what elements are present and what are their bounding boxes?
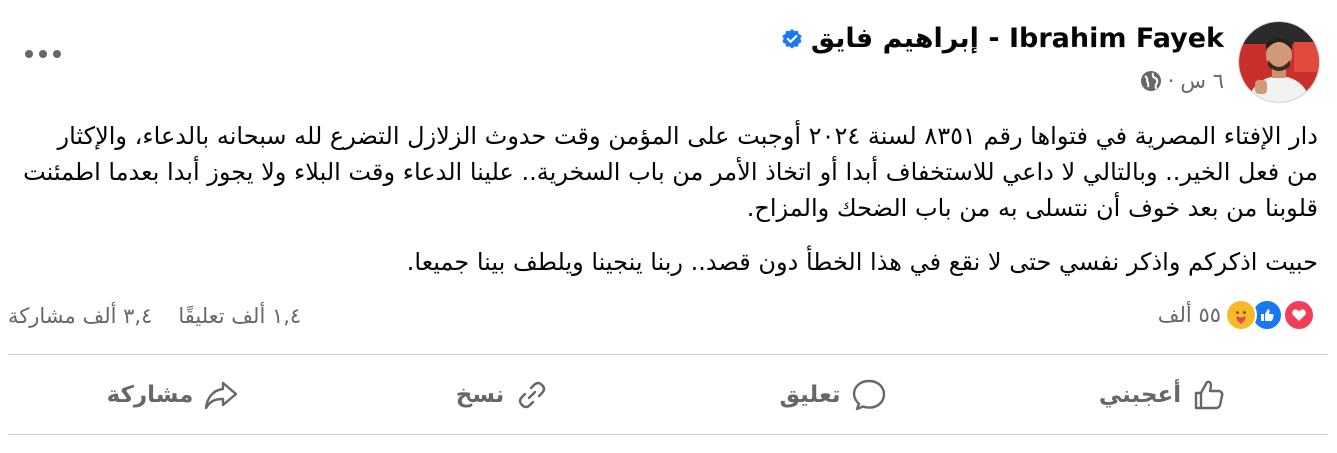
more-options-icon[interactable] bbox=[25, 42, 61, 66]
post-text: دار الإفتاء المصرية في فتواها رقم ٨٣٥١ ل… bbox=[20, 118, 1318, 280]
post-meta: ٦ س · bbox=[1140, 69, 1224, 93]
care-reaction-icon bbox=[1225, 299, 1257, 331]
love-reaction-icon bbox=[1283, 299, 1315, 331]
comment-button[interactable]: تعليق bbox=[668, 356, 998, 434]
post-card: Ibrahim Fayek - إبراهيم فايق ٦ س · دار ا… bbox=[0, 0, 1337, 453]
author-name[interactable]: Ibrahim Fayek - إبراهيم فايق bbox=[811, 23, 1224, 54]
more-dot bbox=[25, 50, 33, 58]
comment-bubble-icon bbox=[852, 379, 885, 411]
author-row: Ibrahim Fayek - إبراهيم فايق bbox=[781, 23, 1224, 54]
post-time[interactable]: ٦ س bbox=[1180, 69, 1224, 93]
thumbs-up-icon bbox=[1194, 380, 1224, 410]
divider bbox=[8, 354, 1328, 355]
more-dot bbox=[39, 50, 47, 58]
like-label: أعجبني bbox=[1098, 382, 1182, 408]
share-arrow-icon bbox=[205, 381, 238, 410]
verified-badge-icon bbox=[781, 28, 803, 50]
post-paragraph: دار الإفتاء المصرية في فتواها رقم ٨٣٥١ ل… bbox=[23, 122, 1318, 222]
copy-button[interactable]: نسخ bbox=[338, 356, 668, 434]
engagement-stats: ١,٤ ألف تعليقًا ٣,٤ ألف مشاركة bbox=[8, 304, 301, 328]
post-paragraph: حبيت اذكركم واذكر نفسي حتى لا نقع في هذا… bbox=[406, 248, 1318, 276]
shares-count[interactable]: ٣,٤ ألف مشاركة bbox=[8, 304, 152, 328]
author-avatar[interactable] bbox=[1238, 21, 1320, 103]
reaction-icons bbox=[1225, 299, 1315, 331]
more-dot bbox=[53, 50, 61, 58]
share-label: مشاركة bbox=[106, 382, 194, 408]
reactions-summary[interactable]: ٥٥ ألف bbox=[1158, 299, 1315, 331]
copy-label: نسخ bbox=[455, 382, 505, 408]
reactions-count[interactable]: ٥٥ ألف bbox=[1158, 303, 1221, 327]
meta-separator: · bbox=[1167, 69, 1175, 93]
globe-icon bbox=[1140, 70, 1162, 92]
comment-label: تعليق bbox=[779, 382, 841, 408]
comments-count[interactable]: ١,٤ ألف تعليقًا bbox=[178, 304, 301, 328]
action-bar: أعجبني تعليق نسخ مشاركة bbox=[8, 356, 1328, 434]
like-button[interactable]: أعجبني bbox=[998, 356, 1328, 434]
divider bbox=[8, 434, 1328, 435]
link-icon bbox=[519, 381, 546, 409]
share-button[interactable]: مشاركة bbox=[8, 356, 338, 434]
